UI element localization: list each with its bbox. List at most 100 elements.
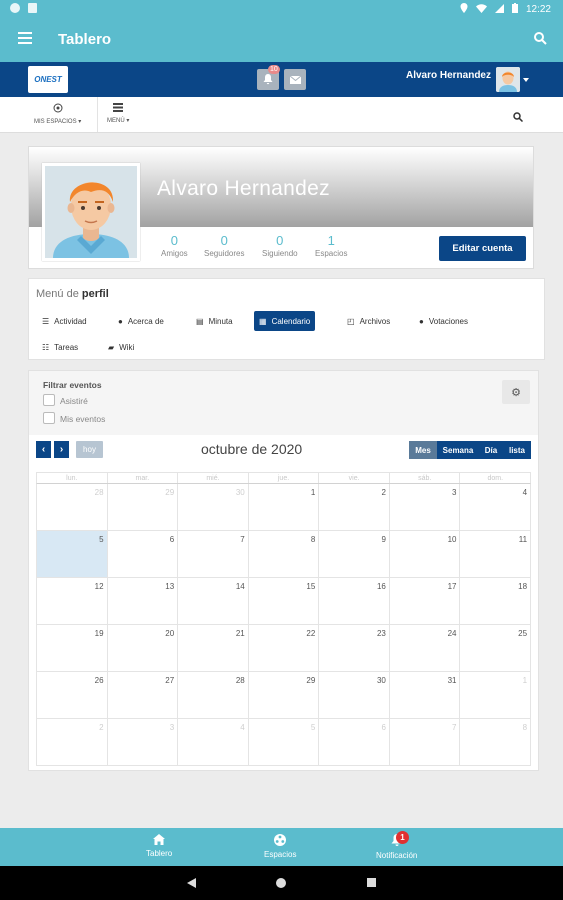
day-cell[interactable]: 2 (37, 719, 108, 765)
back-icon[interactable] (187, 878, 196, 888)
calendar-settings-button[interactable]: ⚙ (502, 380, 530, 404)
view-week-button[interactable]: Semana (437, 441, 479, 459)
day-cell[interactable]: 8 (460, 719, 532, 765)
day-cell[interactable]: 28 (37, 484, 108, 530)
day-cell[interactable]: 16 (319, 578, 390, 624)
day-cell-today[interactable]: 5 (37, 531, 108, 577)
calendar-week: 12 13 14 15 16 17 18 (36, 578, 532, 625)
stat-followers[interactable]: 0 Seguidores (204, 233, 244, 258)
day-cell[interactable]: 29 (108, 484, 179, 530)
day-cell[interactable]: 8 (249, 531, 320, 577)
nav-dashboard[interactable]: Tablero (146, 834, 172, 858)
search-icon[interactable] (534, 32, 547, 50)
day-cell[interactable]: 4 (178, 719, 249, 765)
event-filter: Filtrar eventos Asistiré Mis eventos ⚙ (29, 371, 538, 435)
tab-activity[interactable]: ☰ Actividad (37, 311, 92, 331)
main-menu[interactable]: MENÚ ▾ (107, 103, 129, 124)
day-cell[interactable]: 30 (319, 672, 390, 718)
day-cell[interactable]: 21 (178, 625, 249, 671)
day-cell[interactable]: 28 (178, 672, 249, 718)
tab-files[interactable]: ◰ Archivos (342, 311, 395, 331)
day-cell[interactable]: 13 (108, 578, 179, 624)
view-month-button[interactable]: Mes (409, 441, 437, 459)
filter-title: Filtrar eventos (43, 380, 102, 390)
day-cell[interactable]: 7 (178, 531, 249, 577)
nav-spaces[interactable]: Espacios (264, 834, 296, 859)
day-cell[interactable]: 12 (37, 578, 108, 624)
day-cell[interactable]: 6 (108, 531, 179, 577)
recents-icon[interactable] (367, 878, 376, 887)
my-spaces-menu[interactable]: MIS ESPACIOS ▾ (34, 103, 81, 125)
day-cell[interactable]: 25 (460, 625, 532, 671)
notification-dot-icon (10, 3, 20, 13)
day-cell[interactable]: 7 (390, 719, 461, 765)
location-icon (460, 3, 468, 16)
tab-wiki[interactable]: ▰ Wiki (103, 337, 139, 357)
calendar-grid: lun. mar. mié. jue. vie. sáb. dom. 28 29… (36, 472, 532, 766)
signal-icon (494, 3, 504, 16)
stat-following[interactable]: 0 Siguiendo (262, 233, 298, 258)
home-button-icon[interactable] (276, 878, 286, 888)
day-cell[interactable]: 9 (319, 531, 390, 577)
day-cell[interactable]: 14 (178, 578, 249, 624)
site-logo[interactable]: ONEST (28, 66, 68, 93)
my-events-checkbox[interactable] (43, 412, 55, 424)
day-cell[interactable]: 17 (390, 578, 461, 624)
day-cell[interactable]: 20 (108, 625, 179, 671)
tab-tasks[interactable]: ☷ Tareas (37, 337, 83, 357)
tab-calendar[interactable]: ▦ Calendario (254, 311, 316, 331)
tab-about[interactable]: ● Acerca de (113, 311, 169, 331)
next-month-button[interactable]: › (54, 441, 69, 458)
profile-avatar[interactable] (42, 163, 140, 261)
day-cell[interactable]: 3 (390, 484, 461, 530)
prev-month-button[interactable]: ‹ (36, 441, 51, 458)
day-cell[interactable]: 10 (390, 531, 461, 577)
messages-button[interactable] (284, 69, 306, 90)
notifications-button[interactable]: 10 (257, 65, 280, 90)
day-cell[interactable]: 26 (37, 672, 108, 718)
day-cell[interactable]: 29 (249, 672, 320, 718)
hamburger-menu-icon[interactable] (18, 32, 32, 46)
day-cell[interactable]: 1 (460, 672, 532, 718)
weekday-label: lun. (37, 473, 108, 483)
day-cell[interactable]: 1 (249, 484, 320, 530)
day-cell[interactable]: 27 (108, 672, 179, 718)
day-cell[interactable]: 2 (319, 484, 390, 530)
tab-minutes[interactable]: ▤ Minuta (191, 311, 238, 331)
day-cell[interactable]: 22 (249, 625, 320, 671)
day-cell[interactable]: 23 (319, 625, 390, 671)
stat-spaces[interactable]: 1 Espacios (315, 233, 347, 258)
attending-checkbox[interactable] (43, 394, 55, 406)
tab-polls[interactable]: ● Votaciones (414, 311, 473, 331)
stat-friends[interactable]: 0 Amigos (161, 233, 188, 258)
day-cell[interactable]: 4 (460, 484, 532, 530)
view-list-button[interactable]: lista (503, 441, 531, 459)
nav-notifications[interactable]: 1 Notificación (376, 831, 417, 860)
day-cell[interactable]: 24 (390, 625, 461, 671)
calendar-week: 5 6 7 8 9 10 11 (36, 531, 532, 578)
subnav-search-icon[interactable] (513, 109, 524, 127)
profile-menu-title: Menú de perfil (36, 288, 109, 300)
weekday-label: mié. (178, 473, 249, 483)
day-cell[interactable]: 6 (319, 719, 390, 765)
day-cell[interactable]: 15 (249, 578, 320, 624)
day-cell[interactable]: 30 (178, 484, 249, 530)
home-icon (153, 834, 166, 845)
user-menu-caret-icon[interactable] (523, 78, 529, 82)
day-cell[interactable]: 19 (37, 625, 108, 671)
day-cell[interactable]: 18 (460, 578, 532, 624)
header-user-name[interactable]: Alvaro Hernandez (406, 70, 491, 81)
view-day-button[interactable]: Día (479, 441, 503, 459)
user-avatar[interactable] (496, 67, 520, 92)
app-bar: Tablero (0, 18, 563, 62)
edit-account-button[interactable]: Editar cuenta (439, 236, 526, 261)
spaces-icon (53, 103, 63, 113)
month-title: octubre de 2020 (201, 441, 303, 457)
calendar-week: 26 27 28 29 30 31 1 (36, 672, 532, 719)
question-icon: ● (419, 316, 424, 326)
day-cell[interactable]: 3 (108, 719, 179, 765)
today-button[interactable]: hoy (76, 441, 103, 458)
day-cell[interactable]: 31 (390, 672, 461, 718)
day-cell[interactable]: 11 (460, 531, 532, 577)
day-cell[interactable]: 5 (249, 719, 320, 765)
